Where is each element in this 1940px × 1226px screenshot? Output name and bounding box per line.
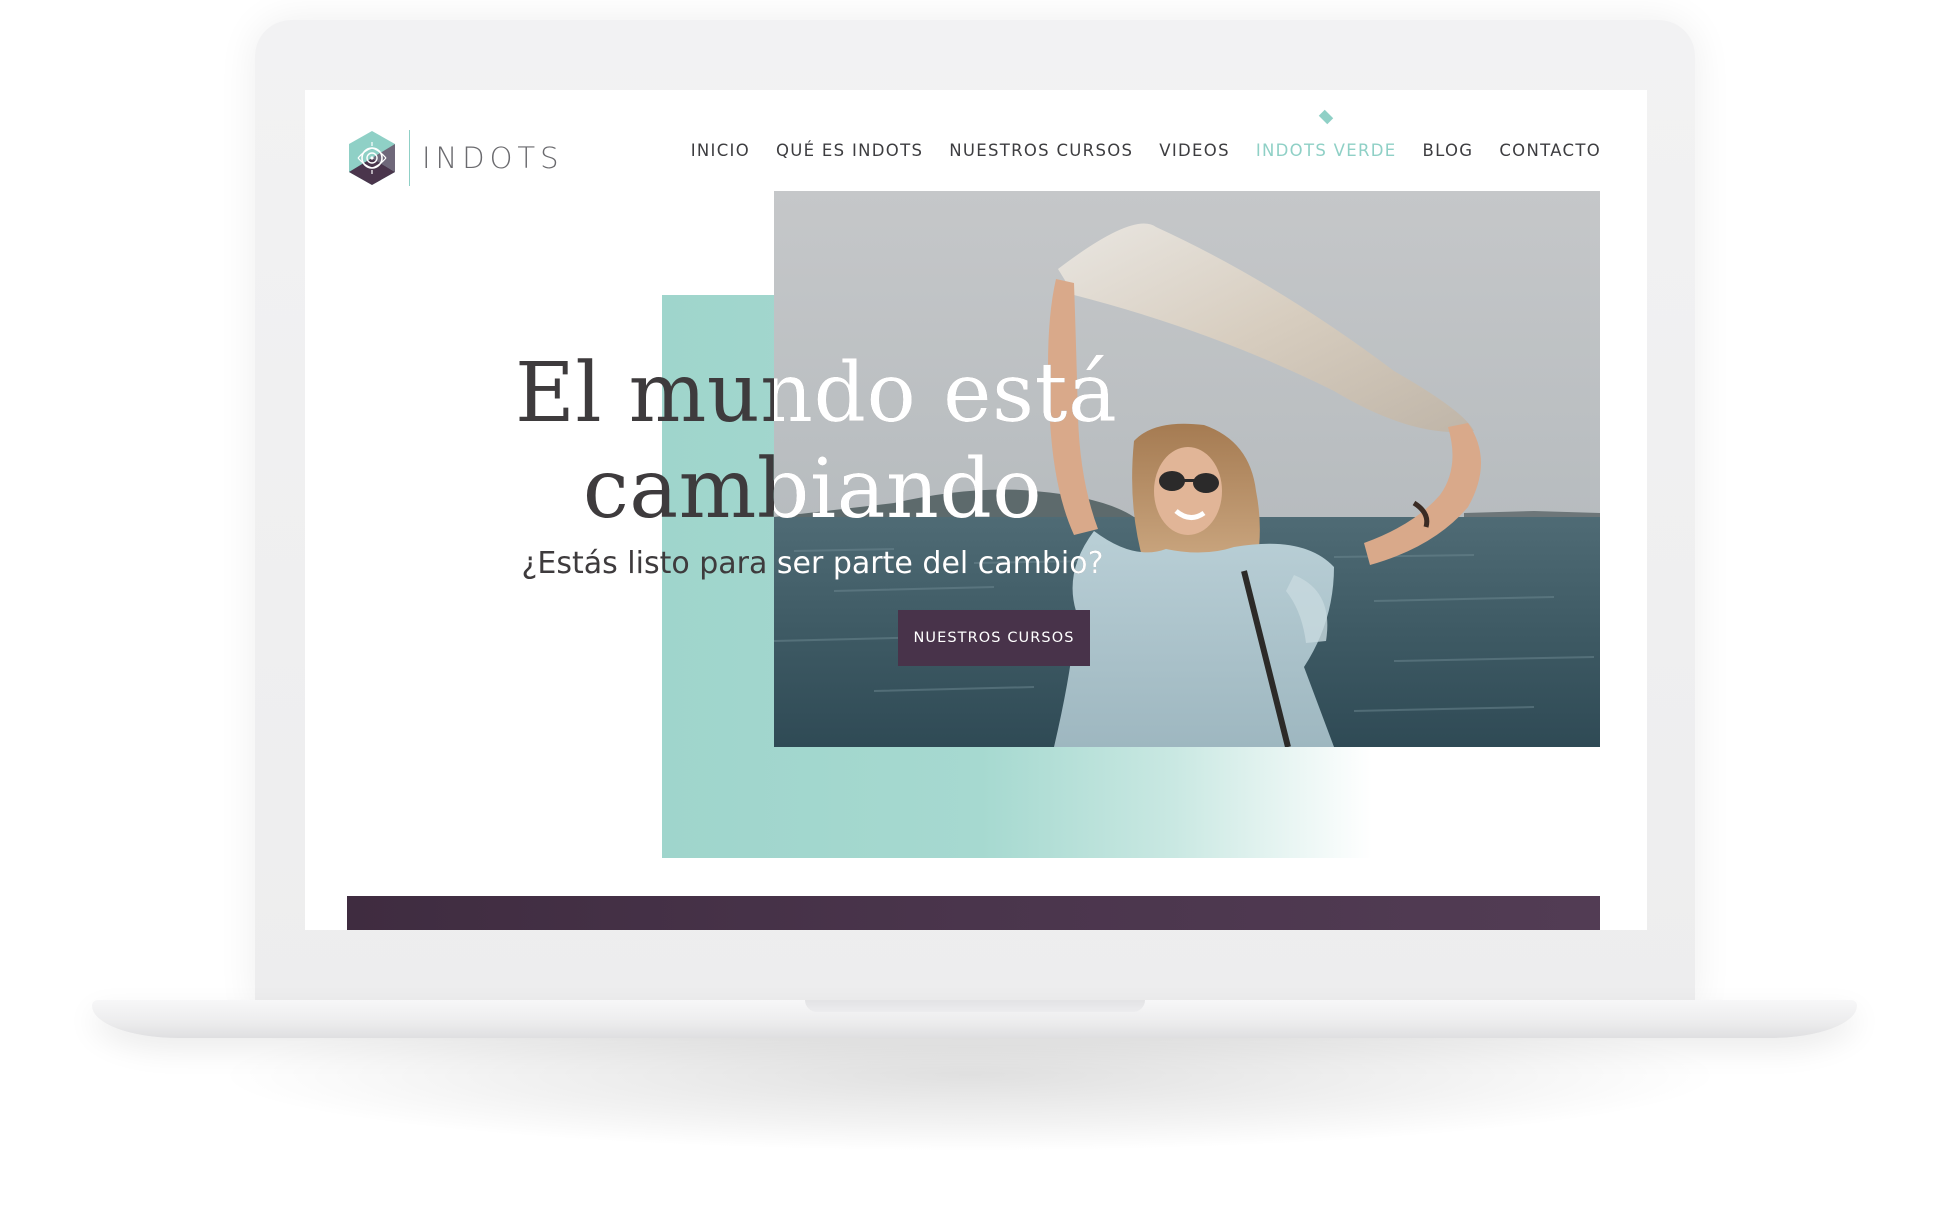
nav-item-blog[interactable]: BLOG [1422,141,1473,160]
nav-item-que-es-indots[interactable]: QUÉ ES INDOTS [776,141,923,160]
hero-title-overlay-line1: El mundo está [774,346,1118,441]
hero-subtitle-overlay-text: ¿Estás listo para ser parte del cambio? [774,546,1104,581]
nav-item-contacto[interactable]: CONTACTO [1499,141,1601,160]
nav-item-nuestros-cursos[interactable]: NUESTROS CURSOS [949,141,1133,160]
logo-divider [409,130,410,186]
nav-item-indots-verde[interactable]: INDOTS VERDE [1255,109,1397,160]
nav-item-indots-verde-label: INDOTS VERDE [1255,141,1397,160]
hero-title-overlay-line2: cambiando [774,442,1043,537]
website-screen: INDOTS INICIO QUÉ ES INDOTS NUESTROS CUR… [305,90,1647,930]
main-nav: INICIO QUÉ ES INDOTS NUESTROS CURSOS VID… [665,109,1601,160]
hexagon-mandala-icon [349,131,395,185]
hero-title-overlay-text: El mundo está cambiando [774,346,1118,538]
nuestros-cursos-button[interactable]: NUESTROS CURSOS [898,610,1090,666]
laptop-notch [805,1000,1145,1012]
nav-item-inicio[interactable]: INICIO [691,141,750,160]
diamond-icon [1318,109,1334,125]
section-band [347,896,1600,930]
nav-item-videos[interactable]: VIDEOS [1159,141,1230,160]
site-logo[interactable]: INDOTS [347,128,564,188]
logo-text: INDOTS [422,141,564,175]
